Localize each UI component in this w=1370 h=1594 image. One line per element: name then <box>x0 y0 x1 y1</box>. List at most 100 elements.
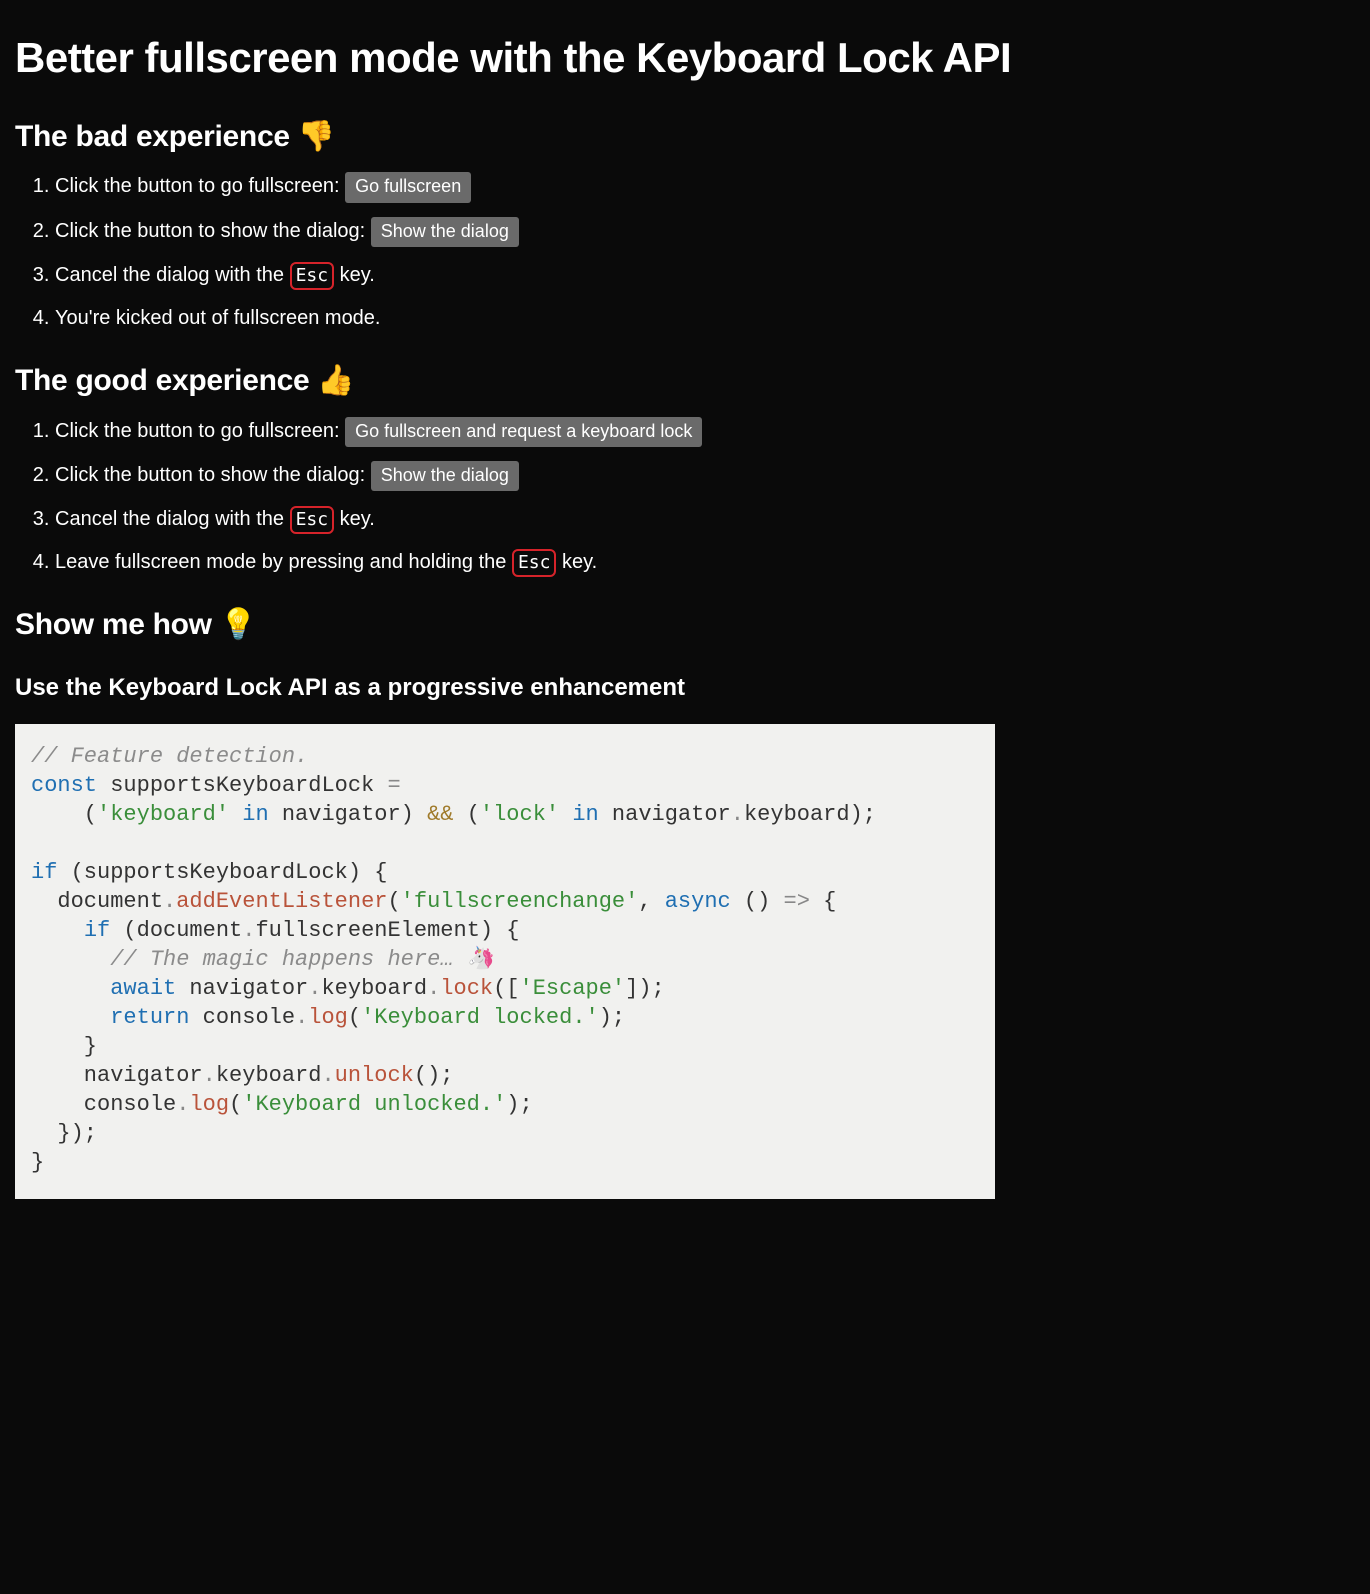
code-string: 'fullscreenchange' <box>401 889 639 914</box>
go-fullscreen-lock-button[interactable]: Go fullscreen and request a keyboard loc… <box>345 417 702 447</box>
code-text: (document <box>110 918 242 943</box>
code-text: navigator <box>31 1063 203 1088</box>
code-text: ( <box>31 802 97 827</box>
code-text: } <box>31 1034 97 1059</box>
code-text: (supportsKeyboardLock) { <box>57 860 387 885</box>
code-text: supportsKeyboardLock <box>97 773 387 798</box>
code-string: 'Keyboard unlocked.' <box>242 1092 506 1117</box>
list-item: Click the button to go fullscreen: Go fu… <box>55 417 1355 447</box>
code-text: ); <box>599 1005 625 1030</box>
list-item: Click the button to show the dialog: Sho… <box>55 461 1355 491</box>
code-text <box>31 918 84 943</box>
bad-list: Click the button to go fullscreen: Go fu… <box>15 172 1355 333</box>
code-keyword: in <box>559 802 599 827</box>
step-text: Click the button to go fullscreen: <box>55 175 345 197</box>
code-text: navigator <box>599 802 731 827</box>
code-text: { <box>810 889 836 914</box>
code-text: keyboard <box>216 1063 322 1088</box>
code-text: () <box>731 889 784 914</box>
code-func: lock <box>440 976 493 1001</box>
code-text: console <box>189 1005 295 1030</box>
code-punct: . <box>731 802 744 827</box>
show-dialog-button[interactable]: Show the dialog <box>371 461 519 491</box>
page-title: Better fullscreen mode with the Keyboard… <box>15 28 1355 89</box>
code-punct: . <box>321 1063 334 1088</box>
code-text: ( <box>348 1005 361 1030</box>
code-func: unlock <box>335 1063 414 1088</box>
code-op: && <box>427 802 453 827</box>
code-keyword: in <box>229 802 269 827</box>
step-text: Cancel the dialog with the <box>55 508 290 530</box>
code-string: 'lock' <box>480 802 559 827</box>
step-text: Click the button to show the dialog: <box>55 220 371 242</box>
code-text: (); <box>414 1063 454 1088</box>
code-keyword: return <box>110 1005 189 1030</box>
list-item: Cancel the dialog with the Esc key. <box>55 505 1355 534</box>
esc-key: Esc <box>290 506 335 533</box>
code-op: => <box>784 889 810 914</box>
code-punct: . <box>176 1092 189 1117</box>
code-text <box>31 976 110 1001</box>
list-item: Click the button to go fullscreen: Go fu… <box>55 172 1355 202</box>
code-text: navigator <box>176 976 308 1001</box>
code-text: navigator) <box>269 802 427 827</box>
step-text: Click the button to show the dialog: <box>55 464 371 486</box>
esc-key: Esc <box>290 262 335 289</box>
code-text: ( <box>387 889 400 914</box>
code-block: // Feature detection. const supportsKeyb… <box>15 724 995 1199</box>
good-list: Click the button to go fullscreen: Go fu… <box>15 417 1355 578</box>
code-text: ]); <box>625 976 665 1001</box>
code-text: ( <box>229 1092 242 1117</box>
code-text: keyboard); <box>744 802 876 827</box>
go-fullscreen-button[interactable]: Go fullscreen <box>345 172 471 202</box>
code-func: log <box>189 1092 229 1117</box>
code-keyword: await <box>110 976 176 1001</box>
code-text: } <box>31 1150 44 1175</box>
code-op: = <box>387 773 400 798</box>
step-text: Cancel the dialog with the <box>55 264 290 286</box>
code-text: , <box>638 889 664 914</box>
code-text: ( <box>454 802 480 827</box>
code-text: document <box>31 889 163 914</box>
list-item: Cancel the dialog with the Esc key. <box>55 261 1355 290</box>
code-punct: . <box>203 1063 216 1088</box>
code-func: log <box>308 1005 348 1030</box>
code-punct: . <box>295 1005 308 1030</box>
list-item: Leave fullscreen mode by pressing and ho… <box>55 548 1355 577</box>
step-text: Click the button to go fullscreen: <box>55 420 345 442</box>
code-punct: . <box>427 976 440 1001</box>
code-punct: . <box>308 976 321 1001</box>
code-text: }); <box>31 1121 97 1146</box>
step-text: key. <box>334 264 375 286</box>
how-subheading: Use the Keyboard Lock API as a progressi… <box>15 671 1355 706</box>
code-text: ([ <box>493 976 519 1001</box>
code-text: keyboard <box>321 976 427 1001</box>
code-keyword: async <box>665 889 731 914</box>
list-item: Click the button to show the dialog: Sho… <box>55 217 1355 247</box>
good-experience-heading: The good experience 👍 <box>15 359 1355 403</box>
code-punct: . <box>242 918 255 943</box>
code-keyword: const <box>31 773 97 798</box>
code-text: console <box>31 1092 176 1117</box>
code-text: fullscreenElement) { <box>255 918 519 943</box>
code-string: 'Keyboard locked.' <box>361 1005 599 1030</box>
show-me-how-heading: Show me how 💡 <box>15 603 1355 647</box>
code-punct: . <box>163 889 176 914</box>
bad-experience-heading: The bad experience 👎 <box>15 115 1355 159</box>
step-text: Leave fullscreen mode by pressing and ho… <box>55 551 512 573</box>
list-item: You're kicked out of fullscreen mode. <box>55 304 1355 333</box>
code-string: 'Escape' <box>520 976 626 1001</box>
show-dialog-button[interactable]: Show the dialog <box>371 217 519 247</box>
code-comment: // The magic happens here… 🦄 <box>31 947 494 972</box>
step-text: key. <box>556 551 597 573</box>
code-text <box>31 1005 110 1030</box>
code-keyword: if <box>31 860 57 885</box>
code-string: 'keyboard' <box>97 802 229 827</box>
esc-key: Esc <box>512 549 557 576</box>
step-text: You're kicked out of fullscreen mode. <box>55 307 381 329</box>
code-text: ); <box>506 1092 532 1117</box>
step-text: key. <box>334 508 375 530</box>
code-comment: // Feature detection. <box>31 744 308 769</box>
code-func: addEventListener <box>176 889 387 914</box>
article: Better fullscreen mode with the Keyboard… <box>0 0 1370 1239</box>
